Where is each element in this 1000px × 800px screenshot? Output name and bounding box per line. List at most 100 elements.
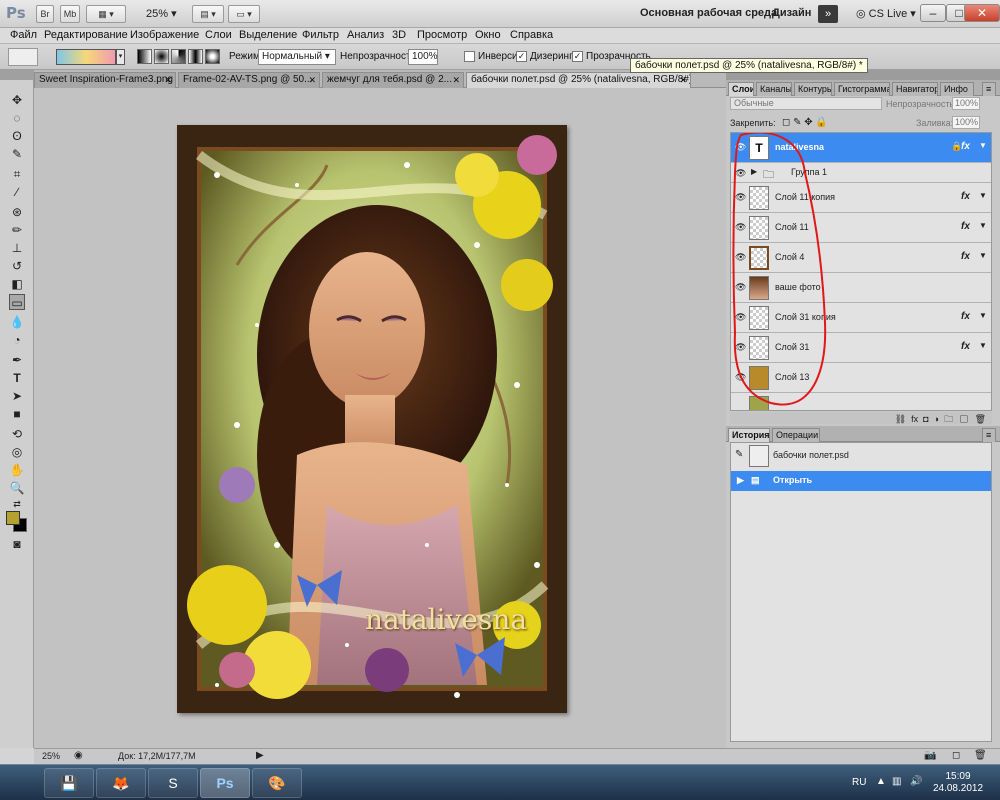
toolbox-header[interactable] — [0, 70, 34, 80]
gradient-tool-icon[interactable]: ▭ — [9, 294, 25, 310]
language-indicator[interactable]: RU — [852, 777, 866, 788]
opacity-field[interactable]: 100% — [408, 49, 438, 65]
visibility-eye-icon[interactable]: 👁 — [735, 252, 746, 262]
snapshot-icon[interactable]: 📷 — [924, 750, 936, 761]
add-mask-icon[interactable]: ◘ — [923, 414, 928, 424]
tab-history[interactable]: История — [728, 428, 770, 442]
expand-effects-icon[interactable]: ▼ — [979, 311, 987, 320]
layer-row-vashe-foto[interactable]: 👁 ваше фото — [731, 273, 991, 303]
dodge-tool-icon[interactable]: ◔ — [9, 332, 25, 348]
tab-navigator[interactable]: Навигатор — [892, 82, 938, 96]
radial-gradient-button[interactable] — [154, 49, 169, 64]
tray-expand-icon[interactable]: ▲ — [876, 776, 886, 787]
menu-file[interactable]: Файл — [10, 29, 37, 41]
layer-row-partial[interactable] — [731, 393, 991, 410]
expand-effects-icon[interactable]: ▼ — [979, 341, 987, 350]
pen-tool-icon[interactable]: ✒ — [9, 352, 25, 368]
eraser-tool-icon[interactable]: ◧ — [9, 276, 25, 292]
menu-window[interactable]: Окно — [475, 29, 501, 41]
menu-image[interactable]: Изображение — [130, 29, 199, 41]
canvas-area[interactable]: natalivesna — [34, 88, 726, 748]
healing-brush-tool-icon[interactable]: ⊛ — [9, 204, 25, 220]
tab-channels[interactable]: Каналы — [756, 82, 792, 96]
arrange-documents-button[interactable]: ▤ ▾ — [192, 5, 224, 23]
menu-help[interactable]: Справка — [510, 29, 553, 41]
volume-icon[interactable]: 🔊 — [910, 776, 922, 787]
history-menu-icon[interactable]: ≡ — [982, 428, 996, 442]
quick-mask-icon[interactable]: ◙ — [9, 536, 25, 552]
expand-effects-icon[interactable]: ▼ — [979, 191, 987, 200]
fx-icon[interactable]: fx — [961, 251, 970, 262]
minimize-button[interactable]: – — [920, 4, 946, 22]
layer-row-sloy-31-kopiya[interactable]: 👁 Слой 31 копия fx ▼ — [731, 303, 991, 333]
clone-stamp-tool-icon[interactable]: ⊥ — [9, 240, 25, 256]
tool-preset-picker[interactable] — [8, 48, 38, 66]
move-tool-icon[interactable]: ✥ — [9, 92, 25, 108]
taskbar-firefox-icon[interactable]: 🦊 — [96, 768, 146, 798]
angle-gradient-button[interactable] — [171, 49, 186, 64]
layer-opacity-field[interactable]: 100% — [952, 97, 980, 110]
fx-icon[interactable]: fx — [961, 341, 970, 352]
expand-effects-icon[interactable]: ▼ — [979, 141, 987, 150]
reflected-gradient-button[interactable] — [188, 49, 203, 64]
fx-icon[interactable]: fx — [961, 191, 970, 202]
layer-row-natalivesna[interactable]: 👁 T natalivesna 🔒 fx ▼ — [731, 133, 991, 163]
mini-bridge-button[interactable]: Mb — [60, 5, 80, 23]
network-icon[interactable]: ▥ — [892, 776, 901, 787]
3d-orbit-tool-icon[interactable]: ◎ — [9, 444, 25, 460]
tab-sweet-inspiration[interactable]: Sweet Inspiration-Frame3.png ✕ — [34, 72, 176, 88]
taskbar-photoshop-icon[interactable]: Ps — [200, 768, 250, 798]
layer-row-sloy-31[interactable]: 👁 Слой 31 fx ▼ — [731, 333, 991, 363]
fx-icon[interactable]: fx — [961, 221, 970, 232]
expand-group-icon[interactable]: ▶ — [751, 167, 757, 176]
zoom-select[interactable]: 25% ▾ — [136, 6, 184, 22]
hand-tool-icon[interactable]: ✋ — [9, 462, 25, 478]
status-arrow-icon[interactable]: ▶ — [256, 750, 264, 761]
layer-row-sloy-11[interactable]: 👁 Слой 11 fx ▼ — [731, 213, 991, 243]
expand-effects-icon[interactable]: ▼ — [979, 221, 987, 230]
menu-analysis[interactable]: Анализ — [347, 29, 384, 41]
lasso-tool-icon[interactable]: ʘ — [9, 128, 25, 144]
layer-row-group-1[interactable]: 👁 ▶ 🗀 Группа 1 — [731, 163, 991, 183]
type-tool-icon[interactable]: T — [9, 370, 25, 386]
adjustment-layer-icon[interactable]: ◑ — [934, 414, 939, 424]
workspace-essentials[interactable]: Основная рабочая среда — [640, 7, 777, 19]
history-brush-tool-icon[interactable]: ↺ — [9, 258, 25, 274]
diamond-gradient-button[interactable] — [205, 49, 220, 64]
trash-icon[interactable]: 🗑 — [974, 750, 987, 761]
more-workspaces-button[interactable]: » — [818, 5, 838, 23]
view-extras-button[interactable]: ▦ ▾ — [86, 5, 126, 23]
quick-selection-tool-icon[interactable]: ✎ — [9, 146, 25, 162]
tab-frame-02[interactable]: Frame-02-AV-TS.png @ 50... ✕ — [178, 72, 320, 88]
menu-edit[interactable]: Редактирование — [44, 29, 128, 41]
dither-checkbox[interactable]: ✓ — [516, 51, 527, 62]
taskbar-save-icon[interactable]: 💾 — [44, 768, 94, 798]
add-style-icon[interactable]: fx — [911, 414, 918, 424]
tab-actions[interactable]: Операции — [772, 428, 820, 442]
visibility-eye-icon[interactable]: 👁 — [735, 168, 746, 178]
fx-icon[interactable]: fx — [961, 141, 970, 152]
fill-field[interactable]: 100% — [952, 116, 980, 129]
tab-layers[interactable]: Слои — [728, 82, 754, 96]
status-zoom[interactable]: 25% — [42, 751, 60, 761]
history-snapshot[interactable]: ✎ бабочки полет.psd — [731, 443, 991, 469]
screen-mode-button[interactable]: ▭ ▾ — [228, 5, 260, 23]
history-brush-source-icon[interactable]: ✎ — [735, 449, 743, 460]
crop-tool-icon[interactable]: ⌗ — [9, 166, 25, 182]
eyedropper-tool-icon[interactable]: ∕ — [9, 184, 25, 200]
tab-histogram[interactable]: Гистограмма — [834, 82, 890, 96]
close-tab-icon[interactable]: ✕ — [164, 73, 172, 87]
marquee-tool-icon[interactable]: ◌ — [9, 110, 25, 126]
fx-icon[interactable]: fx — [961, 311, 970, 322]
menu-select[interactable]: Выделение — [239, 29, 297, 41]
tab-pearl[interactable]: жемчуг для тебя.psd @ 2... ✕ — [322, 72, 464, 88]
layer-row-sloy-13[interactable]: 👁 Слой 13 — [731, 363, 991, 393]
tab-butterflies[interactable]: бабочки полет.psd @ 25% (natalivesna, RG… — [466, 72, 691, 88]
visibility-eye-icon[interactable]: 👁 — [735, 372, 746, 382]
gradient-preview[interactable] — [56, 49, 116, 65]
tab-info[interactable]: Инфо — [940, 82, 974, 96]
document-image[interactable]: natalivesna — [177, 125, 567, 713]
close-tab-icon[interactable]: ✕ — [679, 73, 687, 87]
blur-tool-icon[interactable]: 💧 — [9, 314, 25, 330]
lock-icons[interactable]: ◻ ✎ ✥ 🔒 — [782, 117, 828, 128]
